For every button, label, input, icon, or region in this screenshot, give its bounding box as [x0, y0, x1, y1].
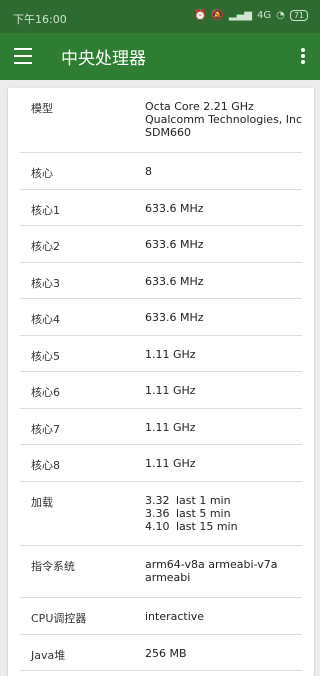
wifi-icon: ◔ — [276, 10, 285, 21]
load-period: last 5 min — [176, 507, 231, 520]
row-value: 633.6 MHz — [145, 238, 204, 251]
isa-line-2: armeabi — [145, 571, 191, 584]
row-value: 1.11 GHz — [145, 421, 196, 434]
row-value: 8 — [145, 165, 152, 178]
status-bar: 下午16:00 ⏰ 🔕 ▂▄▆ 4G ◔ 71 — [0, 0, 320, 33]
load-value: 4.10 — [145, 520, 170, 533]
signal-icon: ▂▄▆ — [228, 10, 252, 21]
row-core7: 核心7 1.11 GHz — [20, 409, 302, 445]
row-value: 3.32 last 1 min 3.36 last 5 min 4.10 last 1… — [145, 494, 238, 533]
row-label: 核心6 — [31, 386, 60, 399]
row-core5: 核心5 1.11 GHz — [20, 336, 302, 372]
row-core2: 核心2 633.6 MHz — [20, 226, 302, 263]
row-value: 256 MB — [145, 647, 187, 660]
row-value: 633.6 MHz — [145, 275, 204, 288]
load-value: 3.32 — [145, 494, 170, 507]
row-core4: 核心4 633.6 MHz — [20, 299, 302, 336]
status-icons: ⏰ 🔕 ▂▄▆ 4G ◔ 71 — [194, 10, 308, 21]
load-line: 3.32 last 1 min — [145, 494, 238, 507]
network-type: 4G — [256, 10, 272, 21]
row-value: Octa Core 2.21 GHz Qualcomm Technologies… — [145, 100, 302, 139]
status-time: 下午16:00 — [13, 13, 67, 26]
row-label: 核心3 — [31, 277, 60, 290]
row-value: 633.6 MHz — [145, 202, 204, 215]
row-label: 核心8 — [31, 459, 60, 472]
row-core1: 核心1 633.6 MHz — [20, 190, 302, 226]
load-period: last 15 min — [176, 520, 238, 533]
row-cores: 核心 8 — [20, 153, 302, 190]
load-line: 3.36 last 5 min — [145, 507, 238, 520]
cpu-info-card: 模型 Octa Core 2.21 GHz Qualcomm Technolog… — [8, 88, 314, 676]
isa-line-1: arm64-v8a armeabi-v7a — [145, 558, 278, 571]
row-label: 核心7 — [31, 423, 60, 436]
content-area[interactable]: 模型 Octa Core 2.21 GHz Qualcomm Technolog… — [0, 80, 320, 676]
row-value: 633.6 MHz — [145, 311, 204, 324]
row-label: 核心5 — [31, 350, 60, 363]
row-value: 1.11 GHz — [145, 348, 196, 361]
row-core3: 核心3 633.6 MHz — [20, 263, 302, 299]
row-value: arm64-v8a armeabi-v7a armeabi — [145, 558, 277, 584]
row-label: Java堆 — [31, 649, 66, 662]
row-core6: 核心6 1.11 GHz — [20, 372, 302, 409]
row-value: interactive — [145, 610, 205, 623]
row-value: 1.11 GHz — [145, 384, 196, 397]
model-line-2: Qualcomm Technologies, Inc — [145, 113, 303, 126]
load-period: last 1 min — [176, 494, 231, 507]
app-bar: 中央处理器 — [0, 33, 320, 80]
row-core8: 核心8 1.11 GHz — [20, 445, 302, 482]
row-java-heap: Java堆 256 MB — [20, 635, 302, 671]
row-label: 指令系统 — [31, 560, 75, 573]
row-label: 模型 — [31, 102, 53, 115]
row-label: 核心4 — [31, 313, 60, 326]
row-label: 加载 — [31, 496, 53, 509]
load-line: 4.10 last 15 min — [145, 520, 238, 533]
row-label: 核心 — [31, 167, 53, 180]
alarm-icon: ⏰ — [193, 10, 207, 21]
row-model: 模型 Octa Core 2.21 GHz Qualcomm Technolog… — [20, 88, 302, 153]
page-title: 中央处理器 — [61, 49, 146, 69]
model-line-3: SDM660 — [145, 126, 191, 139]
battery-icon: 71 — [289, 10, 308, 21]
row-load: 加载 3.32 last 1 min 3.36 last 5 min 4.10 las… — [20, 482, 302, 546]
more-options-icon[interactable] — [301, 48, 305, 64]
row-instruction-set: 指令系统 arm64-v8a armeabi-v7a armeabi — [20, 546, 302, 598]
mute-icon: 🔕 — [211, 10, 224, 21]
row-value: 1.11 GHz — [145, 457, 196, 470]
row-label: 核心2 — [31, 240, 60, 253]
row-label: 核心1 — [31, 204, 60, 217]
row-governor: CPU调控器 interactive — [20, 598, 302, 635]
load-value: 3.36 — [145, 507, 170, 520]
model-line-1: Octa Core 2.21 GHz — [145, 100, 254, 113]
hamburger-menu-icon[interactable] — [14, 48, 32, 64]
row-label: CPU调控器 — [31, 612, 87, 625]
